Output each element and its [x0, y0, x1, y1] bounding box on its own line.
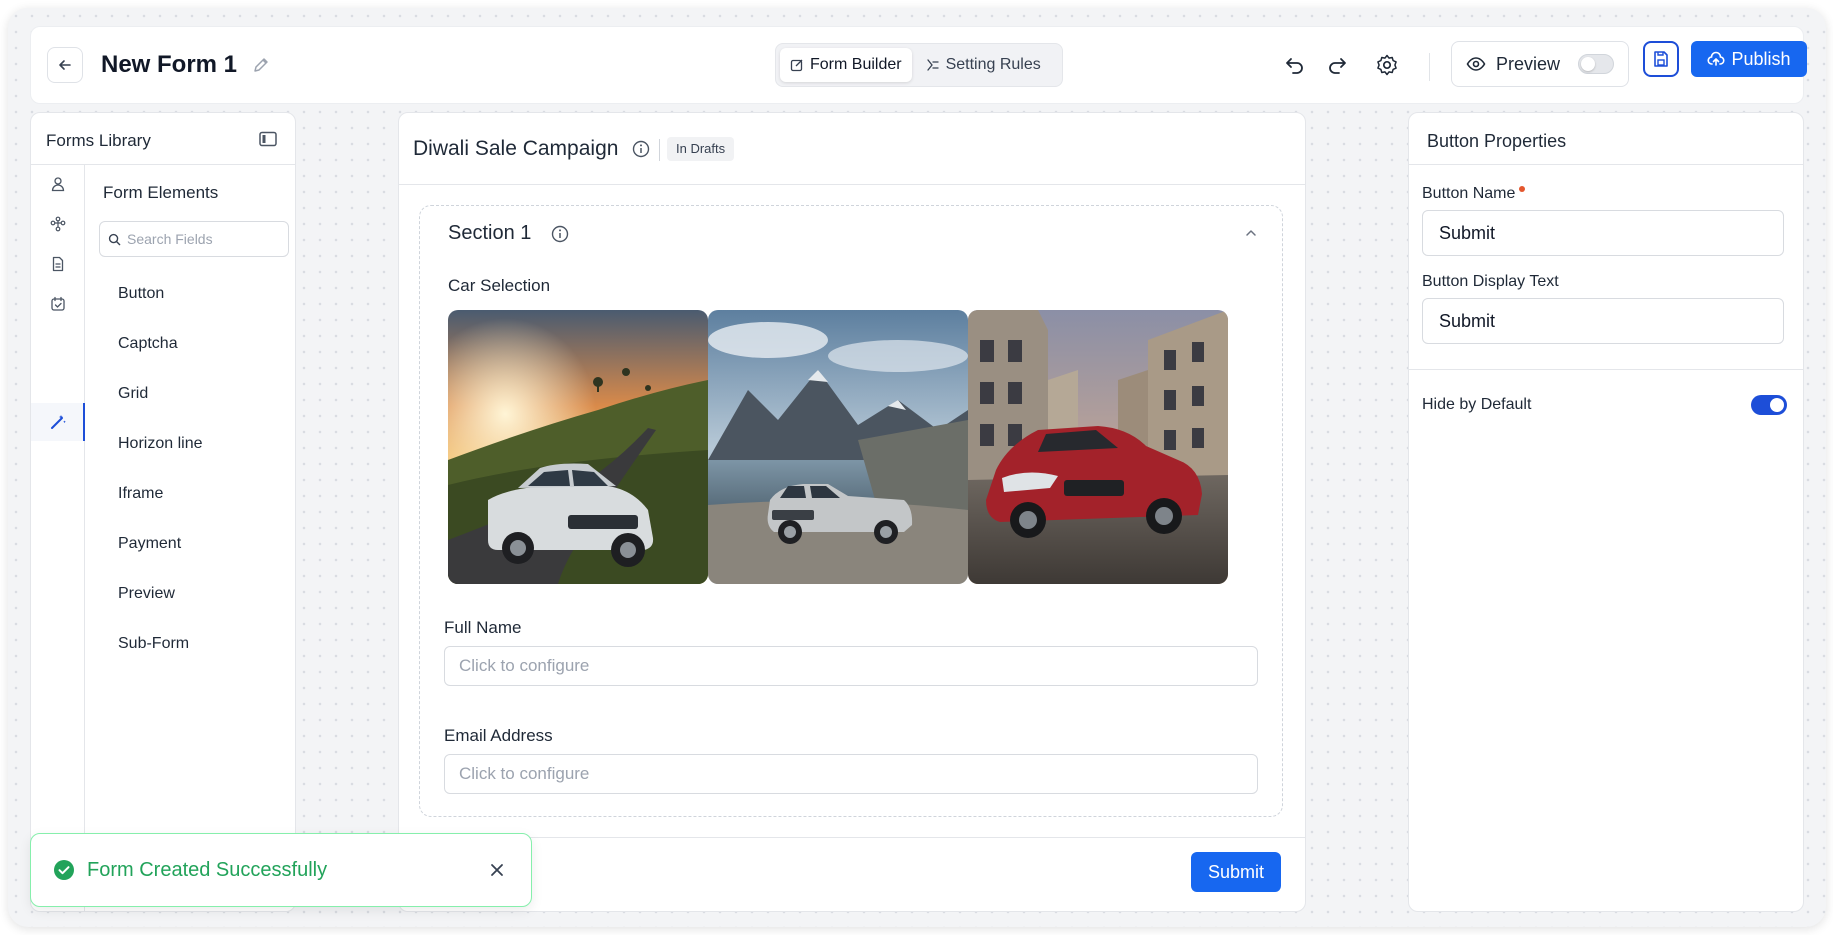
tab-form-builder-label: Form Builder	[810, 56, 902, 73]
success-toast: Form Created Successfully	[30, 833, 532, 907]
arrow-left-icon	[59, 60, 71, 70]
email-address-label: Email Address	[444, 726, 553, 745]
search-fields[interactable]	[99, 221, 289, 257]
button-name-label-text: Button Name	[1422, 185, 1516, 202]
close-icon	[491, 864, 503, 876]
properties-title: Button Properties	[1427, 131, 1567, 151]
cloud-upload-icon	[1707, 51, 1726, 66]
section-info-icon[interactable]	[550, 224, 570, 244]
user-icon	[51, 177, 65, 192]
forms-library-panel: Forms Library Form Elements Search Field…	[30, 112, 296, 912]
element-horizon-line[interactable]: Horizon line	[103, 419, 283, 469]
full-name-field[interactable]: Click to configure	[444, 646, 1258, 686]
settings-button[interactable]	[1373, 51, 1401, 79]
undo-button[interactable]	[1281, 51, 1309, 79]
button-name-label: Button Name	[1422, 185, 1526, 203]
display-text-input[interactable]	[1422, 298, 1784, 344]
tab-setting-rules-label: Setting Rules	[945, 56, 1041, 73]
form-section[interactable]: Section 1 Car Selection Full Name Click …	[419, 205, 1283, 817]
edit-title-button[interactable]	[249, 53, 273, 77]
button-properties-panel: Button Properties Button Name Button Dis…	[1408, 112, 1804, 912]
element-grid[interactable]: Grid	[103, 369, 283, 419]
section-title: Section 1	[448, 222, 532, 244]
title-divider	[659, 139, 660, 161]
publish-button[interactable]: Publish	[1691, 41, 1807, 77]
forms-library-header: Forms Library	[31, 113, 295, 165]
car-option-1[interactable]	[448, 310, 708, 584]
form-elements-title: Form Elements	[103, 183, 219, 202]
display-text-label: Button Display Text	[1422, 273, 1559, 290]
back-button[interactable]	[47, 47, 83, 83]
required-indicator	[1519, 186, 1526, 192]
edit-square-icon	[790, 59, 803, 72]
library-icon-rail	[31, 165, 85, 911]
email-address-field[interactable]: Click to configure	[444, 754, 1258, 794]
sidebar-collapse-icon[interactable]	[259, 131, 277, 147]
element-payment[interactable]: Payment	[103, 519, 283, 569]
mode-tabs: Form Builder Setting Rules	[775, 43, 1063, 87]
rail-form-elements[interactable]	[47, 411, 69, 433]
rail-flow[interactable]	[47, 213, 69, 235]
element-button[interactable]: Button	[103, 269, 283, 319]
info-icon[interactable]	[631, 139, 651, 159]
preview-switch[interactable]	[1578, 54, 1614, 74]
status-badge: In Drafts	[667, 137, 735, 161]
element-sub-form[interactable]: Sub-Form	[103, 619, 283, 669]
car-image-suv-mountain	[708, 310, 968, 584]
redo-button[interactable]	[1323, 51, 1351, 79]
car-selection-label: Car Selection	[448, 276, 551, 295]
tab-setting-rules[interactable]: Setting Rules	[916, 48, 1051, 82]
rail-document[interactable]	[47, 253, 69, 275]
element-preview[interactable]: Preview	[103, 569, 283, 619]
preview-toggle[interactable]: Preview	[1451, 41, 1629, 87]
preview-label: Preview	[1495, 53, 1561, 74]
chevron-up-icon[interactable]	[1244, 226, 1258, 240]
search-icon	[108, 233, 121, 245]
hide-by-default-label: Hide by Default	[1422, 396, 1532, 413]
submit-button[interactable]: Submit	[1191, 852, 1281, 892]
check-circle-icon	[54, 860, 74, 880]
forms-library-title: Forms Library	[46, 131, 151, 150]
element-iframe[interactable]: Iframe	[103, 469, 283, 519]
save-icon	[1654, 51, 1668, 67]
hide-by-default-toggle[interactable]	[1751, 395, 1787, 415]
form-canvas: Diwali Sale Campaign In Drafts Section 1…	[398, 112, 1306, 912]
calendar-check-icon	[51, 296, 65, 311]
document-icon	[52, 256, 64, 272]
toast-close-button[interactable]	[485, 858, 509, 882]
tab-form-builder[interactable]: Form Builder	[780, 48, 912, 82]
search-input[interactable]	[127, 231, 277, 247]
car-image-red-sedan	[968, 310, 1228, 584]
top-bar: New Form 1 Form Builder Setting Rules Pr…	[30, 26, 1807, 104]
flow-icon	[50, 216, 66, 232]
canvas-footer: Submit	[399, 837, 1305, 911]
toast-message: Form Created Successfully	[87, 858, 328, 881]
magic-wand-icon	[51, 415, 66, 429]
full-name-label: Full Name	[444, 618, 522, 637]
car-option-2[interactable]	[708, 310, 968, 584]
publish-label: Publish	[1731, 48, 1791, 69]
app-frame: New Form 1 Form Builder Setting Rules Pr…	[8, 8, 1826, 927]
save-button[interactable]	[1643, 41, 1679, 77]
campaign-title: Diwali Sale Campaign	[413, 137, 619, 160]
button-name-input[interactable]	[1422, 210, 1784, 256]
gear-icon	[1377, 54, 1397, 76]
redo-icon	[1329, 58, 1346, 74]
properties-header: Button Properties	[1409, 113, 1803, 165]
canvas-header: Diwali Sale Campaign In Drafts	[399, 113, 1305, 185]
eye-icon	[1466, 57, 1486, 71]
rail-user[interactable]	[47, 173, 69, 195]
rail-calendar[interactable]	[47, 293, 69, 315]
car-option-3[interactable]	[968, 310, 1228, 584]
properties-divider	[1409, 369, 1803, 370]
rules-icon	[926, 59, 939, 71]
form-elements-list: Button Captcha Grid Horizon line Iframe …	[103, 269, 283, 669]
form-title: New Form 1	[101, 51, 238, 78]
pencil-icon	[254, 58, 268, 72]
car-image-suv-sunset	[448, 310, 708, 584]
undo-icon	[1286, 58, 1303, 74]
element-captcha[interactable]: Captcha	[103, 319, 283, 369]
toolbar-divider	[1429, 53, 1430, 81]
